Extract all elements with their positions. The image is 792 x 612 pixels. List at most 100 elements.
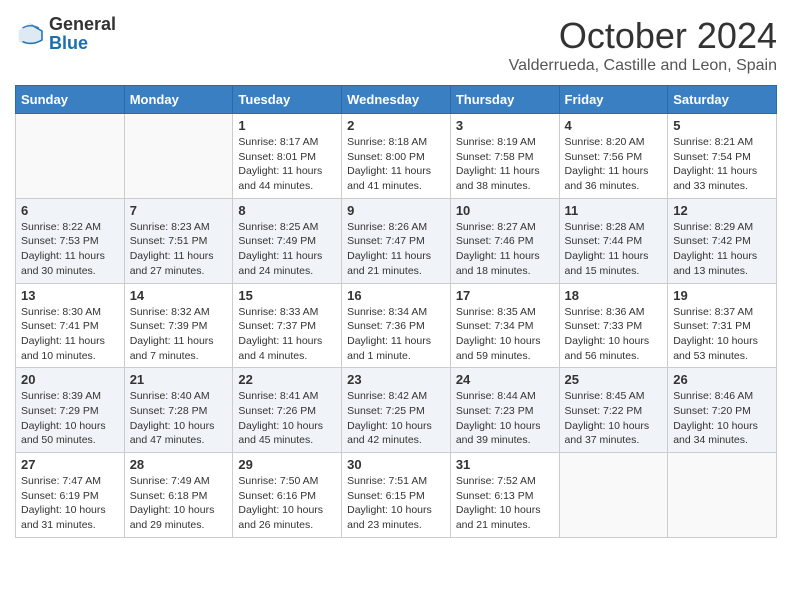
cell-content: Sunrise: 8:23 AM Sunset: 7:51 PM Dayligh… — [130, 220, 228, 279]
logo-text: General Blue — [49, 15, 116, 53]
day-number: 13 — [21, 288, 119, 303]
week-row-5: 27 Sunrise: 7:47 AM Sunset: 6:19 PM Dayli… — [16, 453, 777, 538]
day-header-friday: Friday — [559, 86, 668, 114]
calendar-cell: 29 Sunrise: 7:50 AM Sunset: 6:16 PM Dayli… — [233, 453, 342, 538]
cell-content: Sunrise: 8:28 AM Sunset: 7:44 PM Dayligh… — [565, 220, 663, 279]
cell-content: Sunrise: 7:50 AM Sunset: 6:16 PM Dayligh… — [238, 474, 336, 533]
week-row-3: 13 Sunrise: 8:30 AM Sunset: 7:41 PM Dayli… — [16, 283, 777, 368]
calendar-cell: 21 Sunrise: 8:40 AM Sunset: 7:28 PM Dayli… — [124, 368, 233, 453]
calendar-cell: 9 Sunrise: 8:26 AM Sunset: 7:47 PM Daylig… — [342, 198, 451, 283]
calendar-cell: 20Sunrise: 8:39 AM Sunset: 7:29 PM Dayli… — [16, 368, 125, 453]
day-number: 31 — [456, 457, 554, 472]
day-header-tuesday: Tuesday — [233, 86, 342, 114]
day-header-thursday: Thursday — [450, 86, 559, 114]
location-title: Valderrueda, Castille and Leon, Spain — [509, 57, 777, 75]
calendar-cell: 25Sunrise: 8:45 AM Sunset: 7:22 PM Dayli… — [559, 368, 668, 453]
calendar-cell: 2Sunrise: 8:18 AM Sunset: 8:00 PM Daylig… — [342, 114, 451, 199]
week-row-1: 1 Sunrise: 8:17 AM Sunset: 8:01 PM Daylig… — [16, 114, 777, 199]
calendar-cell: 13 Sunrise: 8:30 AM Sunset: 7:41 PM Dayli… — [16, 283, 125, 368]
calendar-cell: 6Sunrise: 8:22 AM Sunset: 7:53 PM Daylig… — [16, 198, 125, 283]
month-title: October 2024 — [509, 15, 777, 57]
day-number: 7 — [130, 203, 228, 218]
day-header-sunday: Sunday — [16, 86, 125, 114]
cell-content: Sunrise: 8:44 AM Sunset: 7:23 PM Dayligh… — [456, 389, 554, 448]
day-number: 29 — [238, 457, 336, 472]
day-number: 14 — [130, 288, 228, 303]
calendar-cell — [16, 114, 125, 199]
cell-content: Sunrise: 8:21 AM Sunset: 7:54 PM Dayligh… — [673, 135, 771, 194]
day-number: 27 — [21, 457, 119, 472]
day-header-monday: Monday — [124, 86, 233, 114]
title-block: October 2024 Valderrueda, Castille and L… — [509, 15, 777, 75]
cell-content: Sunrise: 7:49 AM Sunset: 6:18 PM Dayligh… — [130, 474, 228, 533]
day-number: 4 — [565, 118, 663, 133]
calendar-cell: 7 Sunrise: 8:23 AM Sunset: 7:51 PM Daylig… — [124, 198, 233, 283]
logo-blue: Blue — [49, 33, 88, 53]
cell-content: Sunrise: 8:26 AM Sunset: 7:47 PM Dayligh… — [347, 220, 445, 279]
day-number: 9 — [347, 203, 445, 218]
cell-content: Sunrise: 8:35 AM Sunset: 7:34 PM Dayligh… — [456, 305, 554, 364]
cell-content: Sunrise: 8:46 AM Sunset: 7:20 PM Dayligh… — [673, 389, 771, 448]
cell-content: Sunrise: 8:25 AM Sunset: 7:49 PM Dayligh… — [238, 220, 336, 279]
calendar-cell: 12Sunrise: 8:29 AM Sunset: 7:42 PM Dayli… — [668, 198, 777, 283]
calendar-cell: 1 Sunrise: 8:17 AM Sunset: 8:01 PM Daylig… — [233, 114, 342, 199]
calendar-cell: 10Sunrise: 8:27 AM Sunset: 7:46 PM Dayli… — [450, 198, 559, 283]
logo-general: General — [49, 14, 116, 34]
cell-content: Sunrise: 8:30 AM Sunset: 7:41 PM Dayligh… — [21, 305, 119, 364]
cell-content: Sunrise: 8:27 AM Sunset: 7:46 PM Dayligh… — [456, 220, 554, 279]
calendar-cell: 27 Sunrise: 7:47 AM Sunset: 6:19 PM Dayli… — [16, 453, 125, 538]
day-number: 19 — [673, 288, 771, 303]
cell-content: Sunrise: 8:32 AM Sunset: 7:39 PM Dayligh… — [130, 305, 228, 364]
cell-content: Sunrise: 8:42 AM Sunset: 7:25 PM Dayligh… — [347, 389, 445, 448]
calendar-cell: 14 Sunrise: 8:32 AM Sunset: 7:39 PM Dayli… — [124, 283, 233, 368]
calendar-table: SundayMondayTuesdayWednesdayThursdayFrid… — [15, 85, 777, 538]
day-number: 6 — [21, 203, 119, 218]
calendar-cell: 17 Sunrise: 8:35 AM Sunset: 7:34 PM Dayli… — [450, 283, 559, 368]
calendar-cell: 5 Sunrise: 8:21 AM Sunset: 7:54 PM Daylig… — [668, 114, 777, 199]
cell-content: Sunrise: 8:34 AM Sunset: 7:36 PM Dayligh… — [347, 305, 445, 364]
logo: General Blue — [15, 15, 116, 53]
header-row: SundayMondayTuesdayWednesdayThursdayFrid… — [16, 86, 777, 114]
day-number: 5 — [673, 118, 771, 133]
day-number: 15 — [238, 288, 336, 303]
calendar-cell — [124, 114, 233, 199]
calendar-cell: 30 Sunrise: 7:51 AM Sunset: 6:15 PM Dayli… — [342, 453, 451, 538]
week-row-2: 6Sunrise: 8:22 AM Sunset: 7:53 PM Daylig… — [16, 198, 777, 283]
day-number: 11 — [565, 203, 663, 218]
day-number: 23 — [347, 372, 445, 387]
cell-content: Sunrise: 7:51 AM Sunset: 6:15 PM Dayligh… — [347, 474, 445, 533]
day-number: 16 — [347, 288, 445, 303]
calendar-cell: 15Sunrise: 8:33 AM Sunset: 7:37 PM Dayli… — [233, 283, 342, 368]
calendar-cell: 19 Sunrise: 8:37 AM Sunset: 7:31 PM Dayli… — [668, 283, 777, 368]
day-number: 28 — [130, 457, 228, 472]
calendar-cell: 3Sunrise: 8:19 AM Sunset: 7:58 PM Daylig… — [450, 114, 559, 199]
day-number: 25 — [565, 372, 663, 387]
day-number: 21 — [130, 372, 228, 387]
calendar-cell — [559, 453, 668, 538]
calendar-cell: 8Sunrise: 8:25 AM Sunset: 7:49 PM Daylig… — [233, 198, 342, 283]
day-number: 22 — [238, 372, 336, 387]
day-number: 1 — [238, 118, 336, 133]
calendar-cell: 31Sunrise: 7:52 AM Sunset: 6:13 PM Dayli… — [450, 453, 559, 538]
cell-content: Sunrise: 8:39 AM Sunset: 7:29 PM Dayligh… — [21, 389, 119, 448]
day-number: 30 — [347, 457, 445, 472]
day-number: 17 — [456, 288, 554, 303]
cell-content: Sunrise: 8:17 AM Sunset: 8:01 PM Dayligh… — [238, 135, 336, 194]
calendar-cell: 16 Sunrise: 8:34 AM Sunset: 7:36 PM Dayli… — [342, 283, 451, 368]
calendar-cell: 22Sunrise: 8:41 AM Sunset: 7:26 PM Dayli… — [233, 368, 342, 453]
day-header-wednesday: Wednesday — [342, 86, 451, 114]
cell-content: Sunrise: 8:40 AM Sunset: 7:28 PM Dayligh… — [130, 389, 228, 448]
day-number: 18 — [565, 288, 663, 303]
day-number: 24 — [456, 372, 554, 387]
cell-content: Sunrise: 8:18 AM Sunset: 8:00 PM Dayligh… — [347, 135, 445, 194]
calendar-cell: 24 Sunrise: 8:44 AM Sunset: 7:23 PM Dayli… — [450, 368, 559, 453]
logo-icon — [15, 19, 45, 49]
calendar-cell: 4Sunrise: 8:20 AM Sunset: 7:56 PM Daylig… — [559, 114, 668, 199]
cell-content: Sunrise: 8:37 AM Sunset: 7:31 PM Dayligh… — [673, 305, 771, 364]
calendar-cell: 23 Sunrise: 8:42 AM Sunset: 7:25 PM Dayli… — [342, 368, 451, 453]
calendar-cell: 26Sunrise: 8:46 AM Sunset: 7:20 PM Dayli… — [668, 368, 777, 453]
day-header-saturday: Saturday — [668, 86, 777, 114]
calendar-cell — [668, 453, 777, 538]
cell-content: Sunrise: 7:47 AM Sunset: 6:19 PM Dayligh… — [21, 474, 119, 533]
day-number: 12 — [673, 203, 771, 218]
